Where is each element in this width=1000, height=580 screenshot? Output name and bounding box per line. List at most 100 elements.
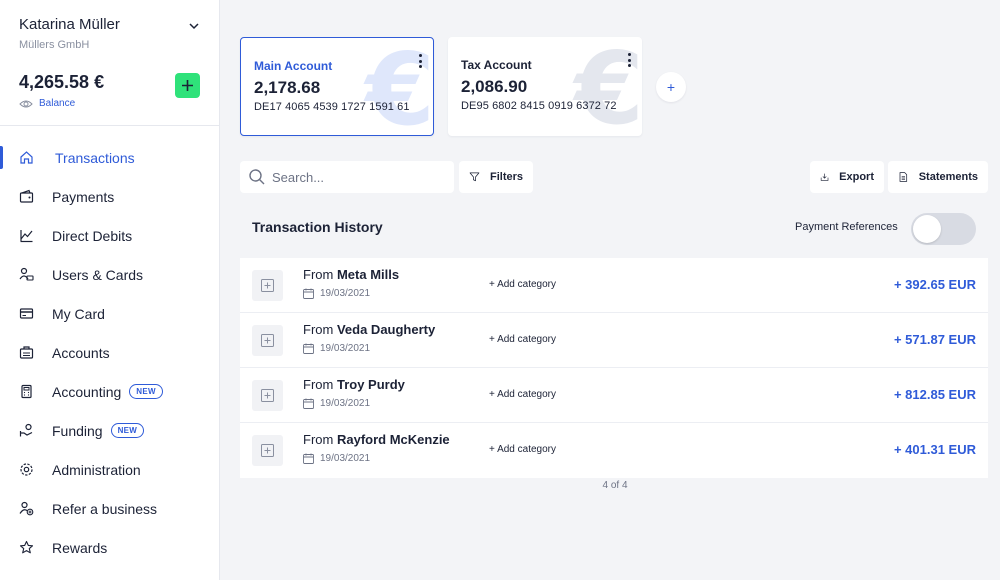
add-category-button[interactable]: + Add category (489, 444, 556, 455)
user-name: Katarina Müller (19, 16, 120, 33)
transaction-date: 19/03/2021 (303, 288, 370, 299)
calculator-icon (19, 384, 34, 399)
date-text: 19/03/2021 (320, 343, 371, 354)
sidebar-item-refer-a-business[interactable]: Refer a business (0, 489, 220, 528)
counterparty-name: Veda Daugherty (336, 322, 436, 337)
sidebar: Katarina Müller Müllers GmbH 4,265.58 € … (0, 0, 220, 580)
export-label: Export (839, 171, 874, 183)
payment-references-label: Payment References (795, 221, 898, 233)
company-name: Müllers GmbH (19, 39, 90, 51)
transaction-date: 19/03/2021 (303, 453, 370, 464)
expand-icon[interactable] (252, 325, 283, 356)
sidebar-item-funding[interactable]: Funding NEW (0, 411, 220, 450)
more-vertical-icon[interactable] (626, 53, 632, 67)
table-row[interactable]: From Meta Mills 19/03/2021 + Add categor… (240, 258, 988, 313)
transaction-amount: + 812.85 EUR (893, 387, 976, 402)
account-card-main[interactable]: € Main Account 2,178.68 DE17 4065 4539 1… (240, 37, 434, 136)
transaction-amount: + 392.65 EUR (893, 277, 976, 292)
calendar-icon (303, 398, 314, 409)
account-switcher[interactable]: Katarina Müller Müllers GmbH (19, 16, 204, 51)
sidebar-item-users-cards[interactable]: Users & Cards (0, 255, 220, 294)
counterparty-name: Meta Mills (336, 267, 400, 282)
add-account-button[interactable]: + (656, 72, 686, 102)
search-box[interactable] (240, 161, 454, 193)
sidebar-item-rewards[interactable]: Rewards (0, 528, 220, 567)
refer-user-icon (19, 501, 34, 516)
sidebar-item-accounting[interactable]: Accounting NEW (0, 372, 220, 411)
toggle-knob (913, 215, 941, 243)
new-badge: NEW (129, 384, 163, 399)
sidebar-nav: Transactions Payments Direct Debits User… (0, 138, 220, 567)
add-money-button[interactable] (175, 73, 200, 98)
transaction-counterparty: From Veda Daugherty (303, 322, 435, 337)
counterparty-name: Rayford McKenzie (336, 432, 450, 447)
account-iban: DE17 4065 4539 1727 1591 61 (254, 101, 410, 113)
from-prefix: From (303, 322, 334, 337)
chart-edit-icon (19, 228, 34, 243)
new-badge: NEW (110, 423, 145, 438)
transaction-counterparty: From Troy Purdy (303, 377, 405, 392)
wallet-icon (19, 189, 34, 204)
from-prefix: From (303, 377, 334, 392)
sidebar-item-my-card[interactable]: My Card (0, 294, 220, 333)
sidebar-item-label: Direct Debits (52, 227, 133, 244)
briefcase-icon (19, 345, 34, 360)
balance-label: Balance (39, 98, 76, 109)
filters-label: Filters (489, 171, 523, 183)
sidebar-item-label: Payments (52, 188, 115, 205)
account-name: Tax Account (461, 58, 532, 72)
pagination-info: 4 of 4 (602, 480, 628, 491)
sidebar-item-payments[interactable]: Payments (0, 177, 220, 216)
sidebar-item-label: Funding (52, 422, 103, 439)
sidebar-item-transactions[interactable]: Transactions (0, 138, 220, 177)
expand-icon[interactable] (252, 435, 283, 466)
sidebar-item-label: Refer a business (52, 500, 158, 517)
transaction-date: 19/03/2021 (303, 398, 370, 409)
credit-card-icon (19, 306, 34, 321)
transaction-date: 19/03/2021 (303, 343, 370, 354)
gear-icon (19, 462, 34, 477)
calendar-icon (303, 288, 314, 299)
balance-amount: 4,265.58 € (19, 72, 105, 92)
date-text: 19/03/2021 (320, 288, 371, 299)
sidebar-item-label: Administration (52, 461, 141, 478)
account-amount: 2,086.90 (461, 77, 528, 96)
search-icon (249, 169, 265, 185)
payment-references-toggle[interactable] (911, 213, 976, 245)
date-text: 19/03/2021 (320, 453, 371, 464)
sidebar-item-administration[interactable]: Administration (0, 450, 220, 489)
table-row[interactable]: From Troy Purdy 19/03/2021 + Add categor… (240, 368, 988, 423)
transaction-history-title: Transaction History (252, 219, 383, 235)
sidebar-item-direct-debits[interactable]: Direct Debits (0, 216, 220, 255)
filters-button[interactable]: Filters (459, 161, 533, 193)
add-category-button[interactable]: + Add category (489, 334, 556, 345)
expand-icon[interactable] (252, 380, 283, 411)
balance-toggle[interactable]: Balance (19, 98, 75, 109)
add-category-button[interactable]: + Add category (489, 279, 556, 290)
account-name: Main Account (254, 59, 333, 73)
more-vertical-icon[interactable] (417, 54, 423, 68)
chevron-down-icon[interactable] (188, 20, 200, 32)
sidebar-item-accounts[interactable]: Accounts (0, 333, 220, 372)
transaction-counterparty: From Rayford McKenzie (303, 432, 450, 447)
from-prefix: From (303, 267, 334, 282)
plus-icon (182, 80, 193, 91)
export-button[interactable]: Export (810, 161, 884, 193)
filter-icon (469, 172, 480, 182)
table-row[interactable]: From Veda Daugherty 19/03/2021 + Add cat… (240, 313, 988, 368)
from-prefix: From (303, 432, 334, 447)
search-input[interactable] (272, 169, 442, 185)
eye-icon (19, 100, 33, 107)
calendar-icon (303, 343, 314, 354)
statements-label: Statements (918, 171, 978, 183)
account-card-tax[interactable]: € Tax Account 2,086.90 DE95 6802 8415 09… (448, 37, 642, 136)
statements-button[interactable]: Statements (888, 161, 988, 193)
table-row[interactable]: From Rayford McKenzie 19/03/2021 + Add c… (240, 423, 988, 478)
sidebar-item-label: My Card (52, 305, 105, 322)
expand-icon[interactable] (252, 270, 283, 301)
star-icon (19, 540, 34, 555)
account-iban: DE95 6802 8415 0919 6372 72 (461, 100, 617, 112)
calendar-icon (303, 453, 314, 464)
sidebar-item-label: Transactions (55, 149, 135, 166)
add-category-button[interactable]: + Add category (489, 389, 556, 400)
